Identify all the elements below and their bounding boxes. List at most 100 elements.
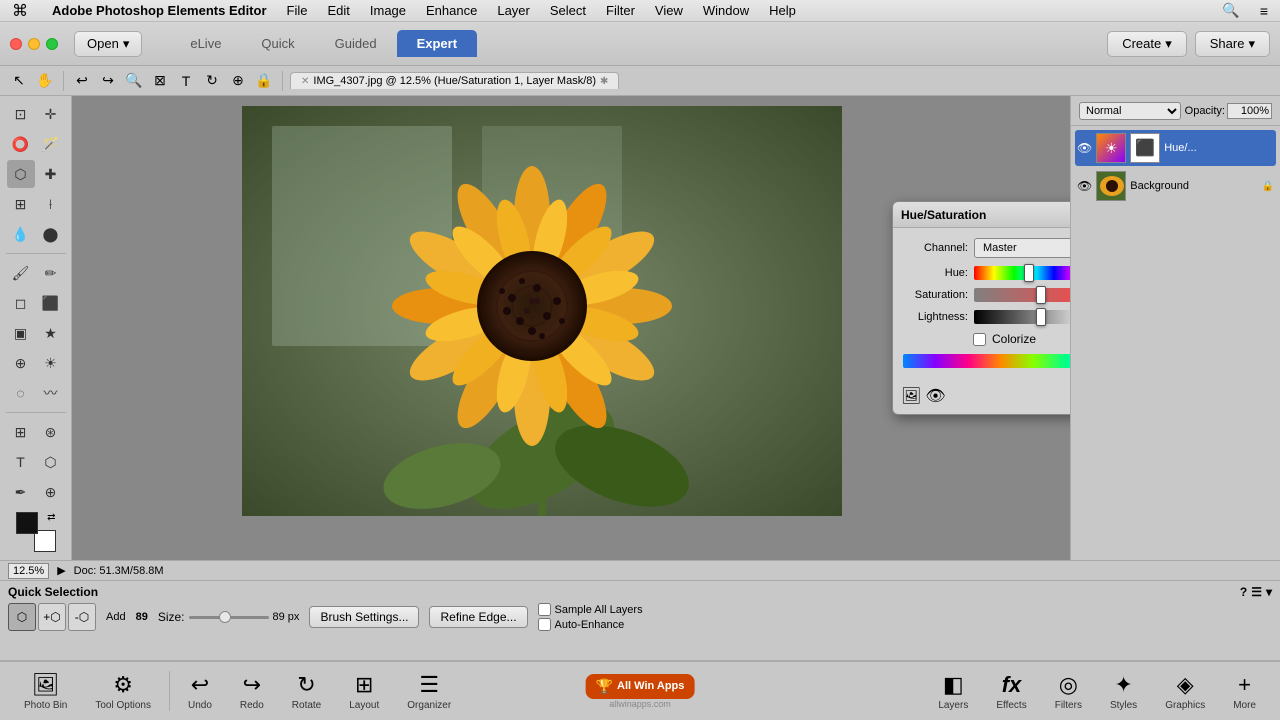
taskbar-graphics[interactable]: ◈ Graphics	[1151, 668, 1219, 715]
redo-toolbar[interactable]: ↪	[97, 70, 119, 92]
menu-view[interactable]: View	[651, 2, 687, 19]
close-button[interactable]	[10, 38, 22, 50]
layer-item-background[interactable]: 👁 Background 🔒	[1075, 168, 1276, 204]
eraser-tool[interactable]: ◻	[7, 289, 35, 317]
taskbar-photo-bin[interactable]: 🖼 Photo Bin	[10, 668, 81, 715]
menu-edit[interactable]: Edit	[323, 2, 353, 19]
spotlight-icon[interactable]: 🔍	[1218, 1, 1243, 20]
paint-bucket-tool[interactable]: ⬛	[37, 289, 65, 317]
new-selection-icon[interactable]: ⬡	[8, 603, 36, 631]
taskbar-layers[interactable]: ◧ Layers	[924, 668, 982, 715]
help-icon[interactable]: ?	[1240, 585, 1247, 599]
dodge-tool[interactable]: ☀	[37, 349, 65, 377]
blend-mode-select[interactable]: Normal Multiply Screen	[1079, 102, 1181, 120]
straighten-tool[interactable]: ⟊	[37, 190, 65, 218]
swap-colors-icon[interactable]: ⇄	[47, 512, 55, 523]
menu-file[interactable]: File	[283, 2, 312, 19]
magic-wand-tool[interactable]: 🪄	[37, 130, 65, 158]
colorize-checkbox[interactable]	[973, 333, 986, 346]
lock-tool[interactable]: 🔒	[253, 70, 275, 92]
expand-icon[interactable]: ▾	[1266, 585, 1272, 599]
gradient-tool[interactable]: ▣	[7, 319, 35, 347]
shape-tool[interactable]: ⬡	[37, 448, 65, 476]
blur-tool[interactable]: ◌	[7, 379, 35, 407]
taskbar-layout[interactable]: ⊞ Layout	[335, 668, 393, 715]
transform-tool[interactable]: ⊞	[7, 418, 35, 446]
maximize-button[interactable]	[46, 38, 58, 50]
menu-select[interactable]: Select	[546, 2, 590, 19]
type-tool[interactable]: T	[175, 70, 197, 92]
liquify-tool[interactable]: ⊛	[37, 418, 65, 446]
minimize-button[interactable]	[28, 38, 40, 50]
foreground-color-swatch[interactable]	[16, 512, 38, 534]
crop-tool[interactable]: ⊠	[149, 70, 171, 92]
sample-layers-checkbox[interactable]	[538, 603, 551, 616]
tab-quick[interactable]: Quick	[241, 30, 314, 57]
doc-close[interactable]: ✕	[301, 76, 309, 87]
menu-image[interactable]: Image	[366, 2, 410, 19]
lightness-thumb[interactable]	[1036, 308, 1046, 326]
hs-eye-icon[interactable]: 👁	[925, 386, 945, 406]
taskbar-styles[interactable]: ✦ Styles	[1096, 668, 1151, 715]
menu-enhance[interactable]: Enhance	[422, 2, 481, 19]
menu-filter[interactable]: Filter	[602, 2, 639, 19]
opacity-input[interactable]	[1227, 103, 1272, 119]
channel-select[interactable]: Master Reds Yellows Greens	[974, 238, 1070, 258]
refine-edge-button[interactable]: Refine Edge...	[429, 606, 527, 628]
layer-item-hue-sat[interactable]: 👁 ☀ ⬛ Hue/...	[1075, 130, 1276, 166]
menu-window[interactable]: Window	[699, 2, 753, 19]
marquee-tool[interactable]: ⊡	[7, 100, 35, 128]
move-tool[interactable]: ✛	[37, 100, 65, 128]
content-aware-tool[interactable]: ⊕	[37, 478, 65, 506]
hue-thumb[interactable]	[1024, 264, 1034, 282]
hs-preview-icon[interactable]: 🖼	[901, 386, 921, 406]
tab-elive[interactable]: eLive	[170, 30, 241, 57]
cursor-tool[interactable]: ↖	[8, 70, 30, 92]
list-options-icon[interactable]: ☰	[1251, 585, 1262, 599]
taskbar-effects[interactable]: fx Effects	[982, 668, 1040, 715]
taskbar-tool-options[interactable]: ⚙ Tool Options	[81, 668, 165, 715]
lasso-tool[interactable]: ⭕	[7, 130, 35, 158]
taskbar-redo[interactable]: ↪ Redo	[226, 668, 278, 715]
list-icon[interactable]: ≡	[1256, 2, 1272, 20]
apple-menu[interactable]: ⌘	[8, 0, 32, 22]
tab-guided[interactable]: Guided	[315, 30, 397, 57]
healing-tool[interactable]: ✚	[37, 160, 65, 188]
star-tool[interactable]: ★	[37, 319, 65, 347]
pen-tool[interactable]: ✒	[7, 478, 35, 506]
tab-expert[interactable]: Expert	[397, 30, 477, 57]
taskbar-more[interactable]: + More	[1219, 668, 1270, 715]
undo-toolbar[interactable]: ↩	[71, 70, 93, 92]
doc-tab[interactable]: ✕ IMG_4307.jpg @ 12.5% (Hue/Saturation 1…	[290, 72, 619, 89]
taskbar-organizer[interactable]: ☰ Organizer	[393, 668, 465, 715]
subtract-selection-icon[interactable]: -⬡	[68, 603, 96, 631]
spot-heal-tool[interactable]: ⬤	[37, 220, 65, 248]
menu-help[interactable]: Help	[765, 2, 800, 19]
create-button[interactable]: Create ▾	[1107, 31, 1187, 57]
size-slider[interactable]	[189, 616, 269, 619]
taskbar-undo[interactable]: ↩ Undo	[174, 668, 226, 715]
hand-tool[interactable]: ✋	[34, 70, 56, 92]
type-tool-left[interactable]: T	[7, 448, 35, 476]
saturation-thumb[interactable]	[1036, 286, 1046, 304]
eyedropper-tool[interactable]: 💧	[7, 220, 35, 248]
auto-enhance-checkbox[interactable]	[538, 618, 551, 631]
eye-tool[interactable]: ⊕	[227, 70, 249, 92]
zoom-tool[interactable]: 🔍	[123, 70, 145, 92]
layer-visibility-bg-icon[interactable]: 👁	[1077, 179, 1092, 193]
layer-visibility-icon[interactable]: 👁	[1077, 141, 1092, 155]
menu-layer[interactable]: Layer	[493, 2, 534, 19]
taskbar-rotate[interactable]: ↻ Rotate	[278, 668, 335, 715]
quick-selection-tool[interactable]: ⬡	[7, 160, 35, 188]
brush-tool[interactable]: 🖌	[7, 259, 35, 287]
clone-tool[interactable]: ⊕	[7, 349, 35, 377]
pencil-tool[interactable]: ✏	[37, 259, 65, 287]
brush-settings-button[interactable]: Brush Settings...	[309, 606, 419, 628]
rotate-tool[interactable]: ↻	[201, 70, 223, 92]
share-button[interactable]: Share ▾	[1195, 31, 1270, 57]
taskbar-filters[interactable]: ◎ Filters	[1041, 668, 1096, 715]
smudge-tool[interactable]: 〰	[37, 379, 65, 407]
crop-tool-left[interactable]: ⊞	[7, 190, 35, 218]
add-selection-icon[interactable]: +⬡	[38, 603, 66, 631]
open-button[interactable]: Open ▾	[74, 31, 142, 57]
